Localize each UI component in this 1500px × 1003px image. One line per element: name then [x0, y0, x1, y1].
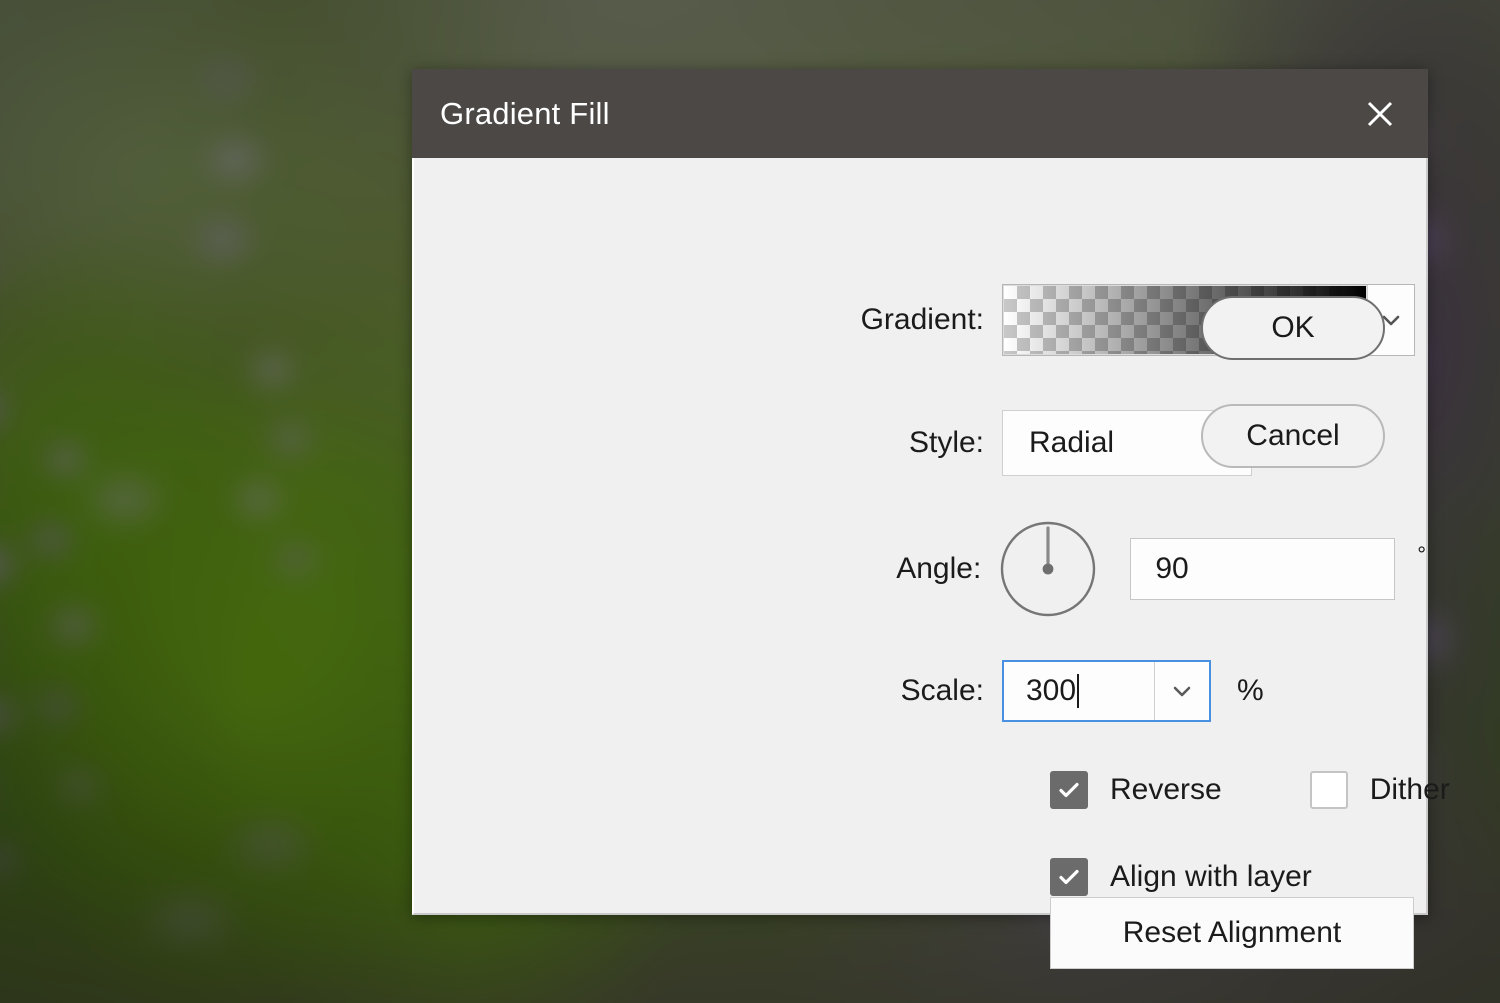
checkmark-icon-align-with-layer[interactable]	[1050, 858, 1088, 896]
gradient-label: Gradient:	[414, 303, 1002, 337]
checkbox-align-with-layer[interactable]: Align with layer	[1050, 858, 1312, 896]
scale-chevron-down-icon[interactable]	[1154, 662, 1209, 720]
ok-button[interactable]: OK	[1201, 296, 1385, 360]
angle-label: Angle:	[414, 552, 999, 586]
scale-percent-unit: %	[1237, 674, 1264, 708]
checkmark-icon-reverse[interactable]	[1050, 771, 1088, 809]
text-caret	[1077, 674, 1079, 708]
checkbox-box-dither[interactable]	[1310, 771, 1348, 809]
angle-degree-unit: °	[1417, 542, 1426, 568]
scale-input[interactable]: 300	[1004, 662, 1154, 720]
angle-row: Angle: 90 °	[414, 520, 1426, 618]
checkbox-label-reverse: Reverse	[1110, 773, 1222, 807]
scale-row: Scale: 300 %	[414, 660, 1426, 722]
checkbox-row-reverse-dither: Reverse Dither	[1050, 771, 1450, 809]
scale-label: Scale:	[414, 674, 1002, 708]
screen: Gradient Fill Gradient:	[0, 0, 1500, 1003]
checkbox-dither[interactable]: Dither	[1310, 771, 1450, 809]
dialog-title: Gradient Fill	[440, 96, 610, 132]
cancel-button[interactable]: Cancel	[1201, 404, 1385, 468]
checkbox-label-align-with-layer: Align with layer	[1110, 860, 1312, 894]
dialog-body: Gradient: Style: Radia	[412, 158, 1428, 915]
reset-alignment-button[interactable]: Reset Alignment	[1050, 897, 1414, 969]
checkbox-label-dither: Dither	[1370, 773, 1450, 807]
gradient-fill-dialog: Gradient Fill Gradient:	[412, 69, 1428, 915]
style-selected-value: Radial	[1029, 426, 1114, 460]
checkbox-row-align-with-layer: Align with layer	[1050, 858, 1312, 896]
scale-combo[interactable]: 300	[1002, 660, 1211, 722]
style-label: Style:	[414, 426, 1002, 460]
angle-input[interactable]: 90	[1130, 538, 1395, 600]
checkbox-reverse[interactable]: Reverse	[1050, 771, 1222, 809]
scale-input-value: 300	[1026, 674, 1076, 708]
dialog-titlebar: Gradient Fill	[412, 69, 1428, 158]
angle-dial-icon[interactable]	[999, 520, 1097, 618]
close-icon[interactable]	[1354, 88, 1406, 140]
